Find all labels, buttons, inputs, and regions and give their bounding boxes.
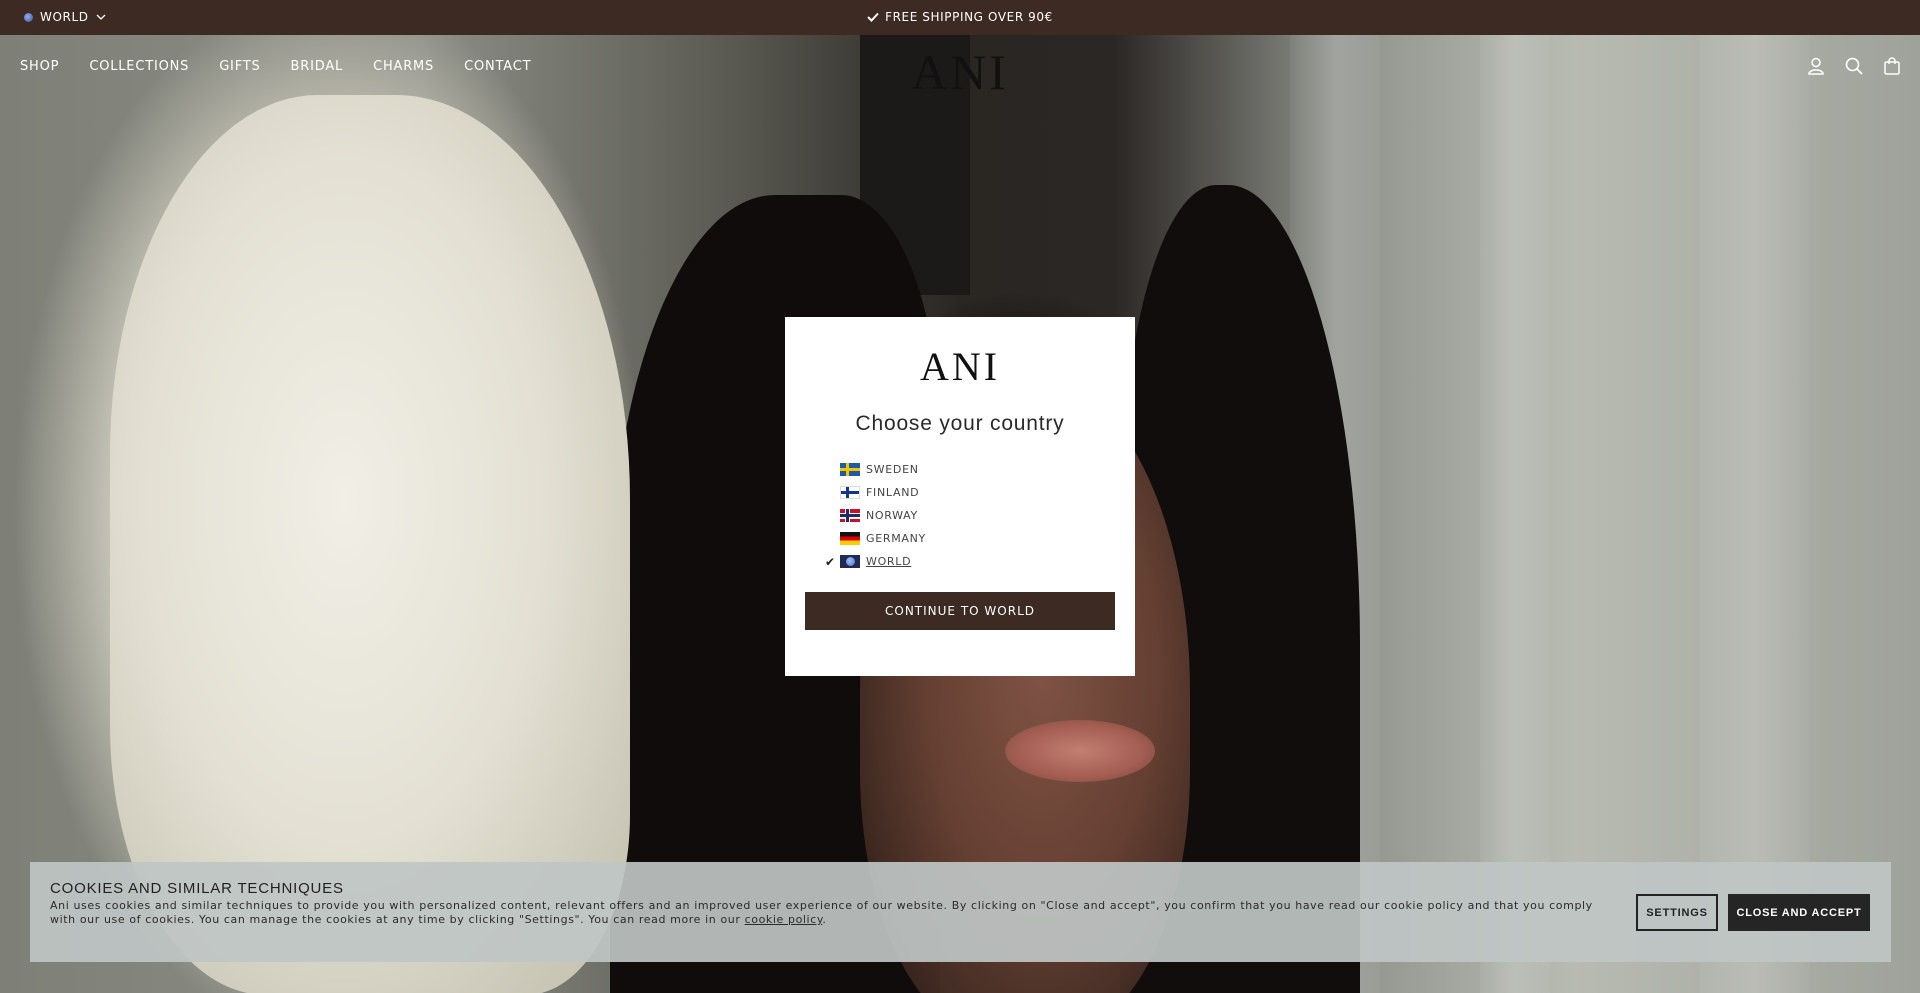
cookie-settings-button[interactable]: SETTINGS [1636,894,1718,931]
nav-icons [1806,56,1902,76]
cookie-policy-link[interactable]: cookie policy [745,913,823,926]
check-icon [867,12,879,22]
germany-flag-icon [840,532,860,545]
country-option-germany[interactable]: GERMANY [825,527,926,550]
country-option-norway[interactable]: NORWAY [825,504,926,527]
lips-shape [1005,720,1155,782]
country-option-world[interactable]: ✔ WORLD [825,550,926,573]
shipping-text: FREE SHIPPING OVER 90€ [885,10,1053,24]
nav-links: SHOP COLLECTIONS GIFTS BRIDAL CHARMS CON… [20,59,531,74]
sleeve-shape [110,95,630,993]
cookie-text-end: . [822,913,827,926]
world-flag-icon [840,555,860,568]
main-navigation: SHOP COLLECTIONS GIFTS BRIDAL CHARMS CON… [0,35,1920,101]
site-logo[interactable]: ANI [900,43,1020,101]
norway-flag-icon [840,509,860,522]
cookie-text: Ani uses cookies and similar techniques … [50,899,1620,927]
check-icon: ✔ [825,554,836,569]
modal-logo: ANI [919,344,1001,389]
country-name: GERMANY [866,532,926,545]
search-icon[interactable] [1844,56,1864,76]
announcement-bar: WORLD FREE SHIPPING OVER 90€ [0,0,1920,35]
modal-title: Choose your country [855,412,1065,435]
country-option-sweden[interactable]: SWEDEN [825,458,926,481]
continue-button[interactable]: CONTINUE TO WORLD [805,592,1115,630]
nav-item-collections[interactable]: COLLECTIONS [89,59,189,74]
close-and-accept-button[interactable]: CLOSE AND ACCEPT [1728,894,1870,931]
cookie-banner: COOKIES AND SIMILAR TECHNIQUES Ani uses … [30,862,1891,962]
sweden-flag-icon [840,463,860,476]
shipping-notice: FREE SHIPPING OVER 90€ [0,10,1920,25]
nav-item-bridal[interactable]: BRIDAL [291,59,344,74]
account-icon[interactable] [1806,56,1826,76]
country-option-finland[interactable]: FINLAND [825,481,926,504]
country-list: SWEDEN FINLAND NORWAY GERMANY ✔ WORLD [825,458,926,573]
nav-item-charms[interactable]: CHARMS [373,59,434,74]
nav-item-contact[interactable]: CONTACT [464,59,531,74]
country-name: FINLAND [866,486,920,499]
country-name: SWEDEN [866,463,919,476]
nav-item-gifts[interactable]: GIFTS [219,59,260,74]
country-name: NORWAY [866,509,918,522]
finland-flag-icon [840,486,860,499]
nav-item-shop[interactable]: SHOP [20,59,59,74]
cookie-title: COOKIES AND SIMILAR TECHNIQUES [50,880,344,897]
country-name: WORLD [866,555,912,568]
curtain-fold [1480,35,1550,993]
curtain-fold [1700,35,1810,993]
country-modal: ANI Choose your country SWEDEN FINLAND N… [785,317,1135,676]
bag-icon[interactable] [1882,56,1902,76]
